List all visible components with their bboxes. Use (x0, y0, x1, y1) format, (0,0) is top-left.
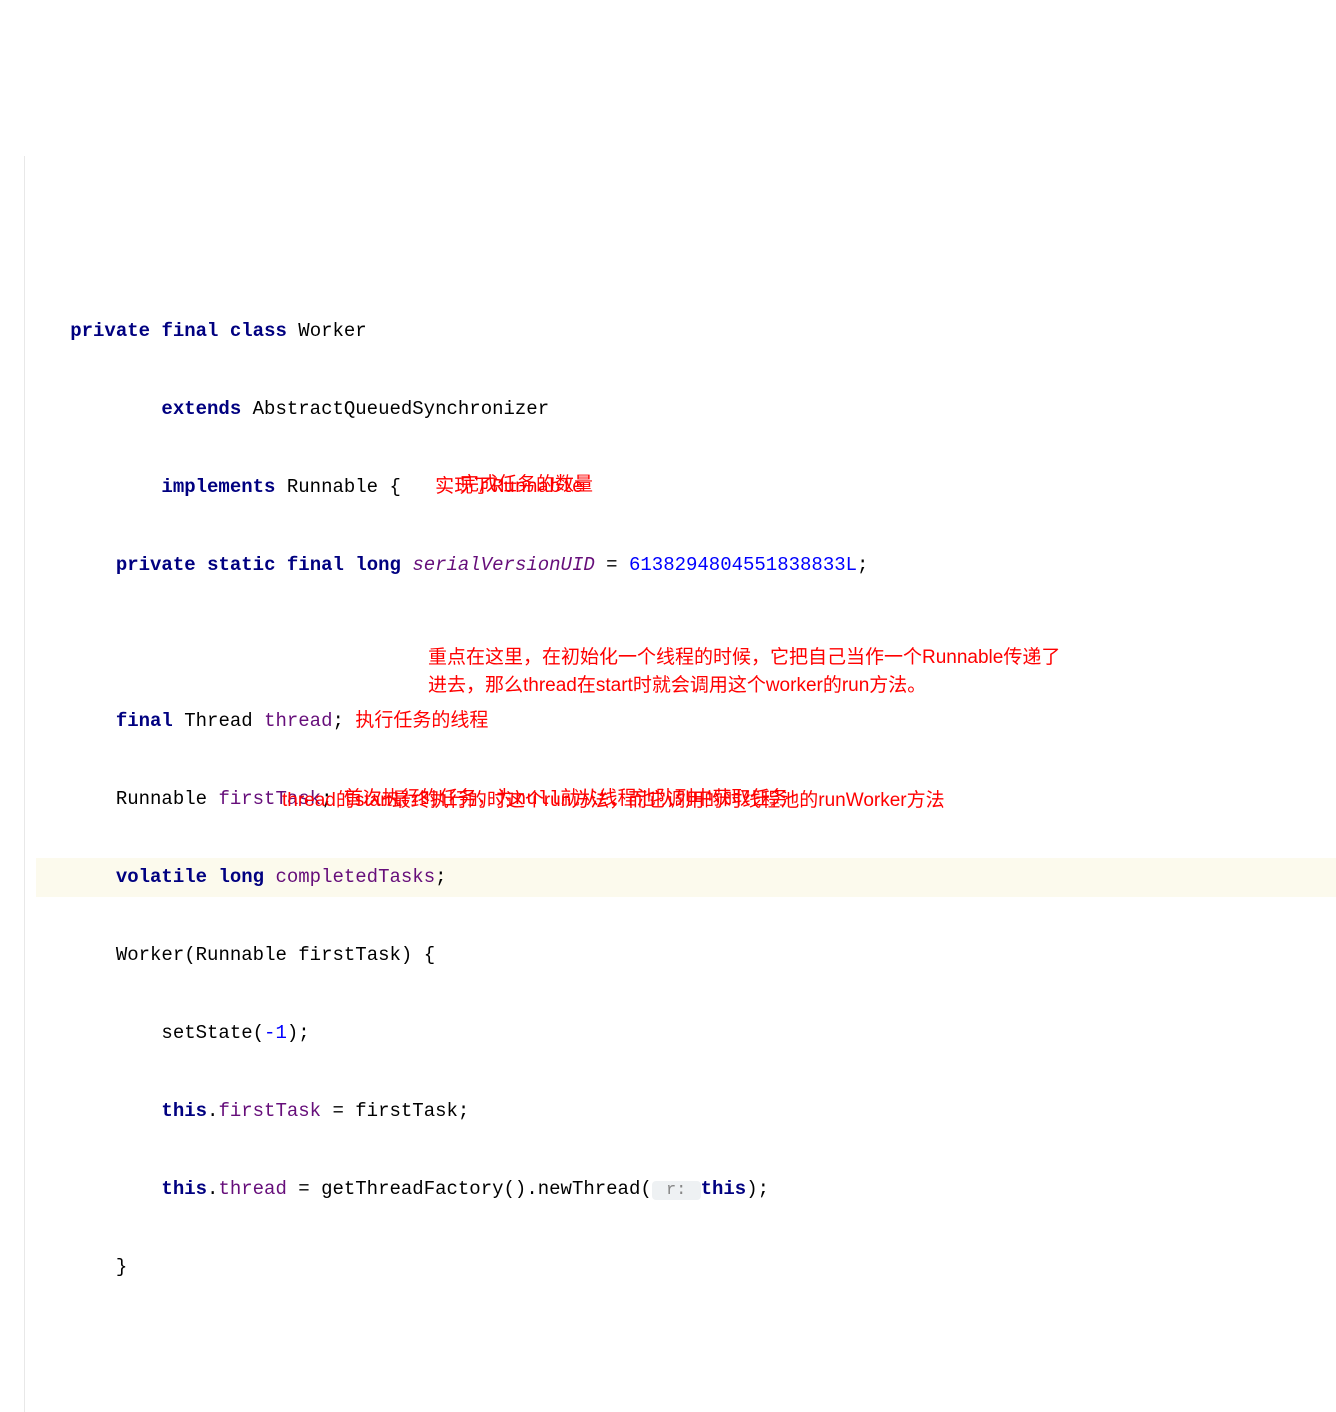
class-name: Worker (298, 320, 366, 342)
code-editor: private final class Worker extends Abstr… (0, 156, 1336, 1412)
ctor-worker: Worker (116, 944, 184, 966)
paren-open: ( (184, 944, 195, 966)
dot: . (207, 1178, 218, 1200)
field-thread: thread (218, 1178, 286, 1200)
method-gtf: getThreadFactory (321, 1178, 503, 1200)
code-line-10[interactable]: setState(-1); (36, 1014, 1336, 1053)
type-runnable: Runnable (116, 788, 207, 810)
code-line-4[interactable]: private static final long serialVersionU… (36, 546, 1336, 585)
kw-final: final (116, 710, 173, 732)
method-newThread: newThread (538, 1178, 641, 1200)
semi: ; (298, 1022, 309, 1044)
code-line-12[interactable]: this.thread = getThreadFactory().newThre… (36, 1170, 1336, 1209)
eq: = (595, 554, 629, 576)
rhs-firstTask: firstTask; (355, 1100, 469, 1122)
semi: ; (333, 710, 344, 732)
code-line-3[interactable]: implements Runnable { 实现了Runnable (36, 468, 1336, 507)
kw-final: final (161, 320, 218, 342)
semi: ; (857, 554, 868, 576)
brace-open: { (412, 944, 435, 966)
kw-long: long (355, 554, 401, 576)
annotation-completedTasks: 完成任务的数量 (460, 465, 593, 504)
field-svuid: serialVersionUID (412, 554, 594, 576)
code-line-9[interactable]: Worker(Runnable firstTask) { (36, 936, 1336, 975)
kw-extends: extends (161, 398, 241, 420)
number-literal: 6138294804551838833L (629, 554, 857, 576)
type-thread: Thread (184, 710, 252, 732)
type-runnable: Runnable (287, 476, 378, 498)
field-firstTask: firstTask (218, 1100, 321, 1122)
eq: = (287, 1178, 321, 1200)
annotation-init-line2: 进去，那么thread在start时就会调用这个worker的run方法。 (428, 666, 926, 705)
kw-volatile: volatile (116, 866, 207, 888)
brace-open: { (389, 476, 400, 498)
field-thread: thread (264, 710, 332, 732)
dot: . (207, 1100, 218, 1122)
number-literal: -1 (264, 1022, 287, 1044)
paren-close: ) (287, 1022, 298, 1044)
paren-close: ) (401, 944, 412, 966)
kw-final: final (287, 554, 344, 576)
kw-private: private (116, 554, 196, 576)
type-runnable: Runnable (196, 944, 287, 966)
paren: (). (504, 1178, 538, 1200)
code-line-1[interactable]: private final class Worker (36, 312, 1336, 351)
code-line-11[interactable]: this.firstTask = firstTask; (36, 1092, 1336, 1131)
paren-close: ) (746, 1178, 757, 1200)
kw-this: this (161, 1100, 207, 1122)
semi: ; (435, 866, 446, 888)
code-line-15[interactable]: public void run() { runWorker( w: this);… (36, 1404, 1336, 1412)
kw-static: static (207, 554, 275, 576)
semi: ; (758, 1178, 769, 1200)
code-area[interactable]: private final class Worker extends Abstr… (26, 273, 1336, 1412)
code-line-13[interactable]: } (36, 1248, 1336, 1287)
brace-close: } (116, 1256, 127, 1278)
kw-class: class (230, 320, 287, 342)
gutter (0, 156, 25, 1412)
paren-open: ( (640, 1178, 651, 1200)
kw-this: this (161, 1178, 207, 1200)
eq: = (321, 1100, 355, 1122)
annotation-thread: 执行任务的线程 (355, 710, 488, 732)
paren-open: ( (253, 1022, 264, 1044)
type-aqs: AbstractQueuedSynchronizer (253, 398, 549, 420)
code-line-8[interactable]: volatile long completedTasks; (36, 858, 1336, 897)
param-firstTask: firstTask (298, 944, 401, 966)
kw-private: private (70, 320, 150, 342)
annotation-run: thread的start最终执行的时这个run方法，而它调用的时线程池的runW… (282, 781, 945, 820)
field-completedTasks: completedTasks (275, 866, 435, 888)
code-line-6[interactable]: final Thread thread; 执行任务的线程 (36, 702, 1336, 741)
code-line-14[interactable] (36, 1326, 1336, 1365)
code-line-2[interactable]: extends AbstractQueuedSynchronizer (36, 390, 1336, 429)
kw-this: this (701, 1178, 747, 1200)
param-hint-r: r: (652, 1181, 701, 1200)
method-setState: setState (161, 1022, 252, 1044)
kw-implements: implements (161, 476, 275, 498)
kw-long: long (218, 866, 264, 888)
